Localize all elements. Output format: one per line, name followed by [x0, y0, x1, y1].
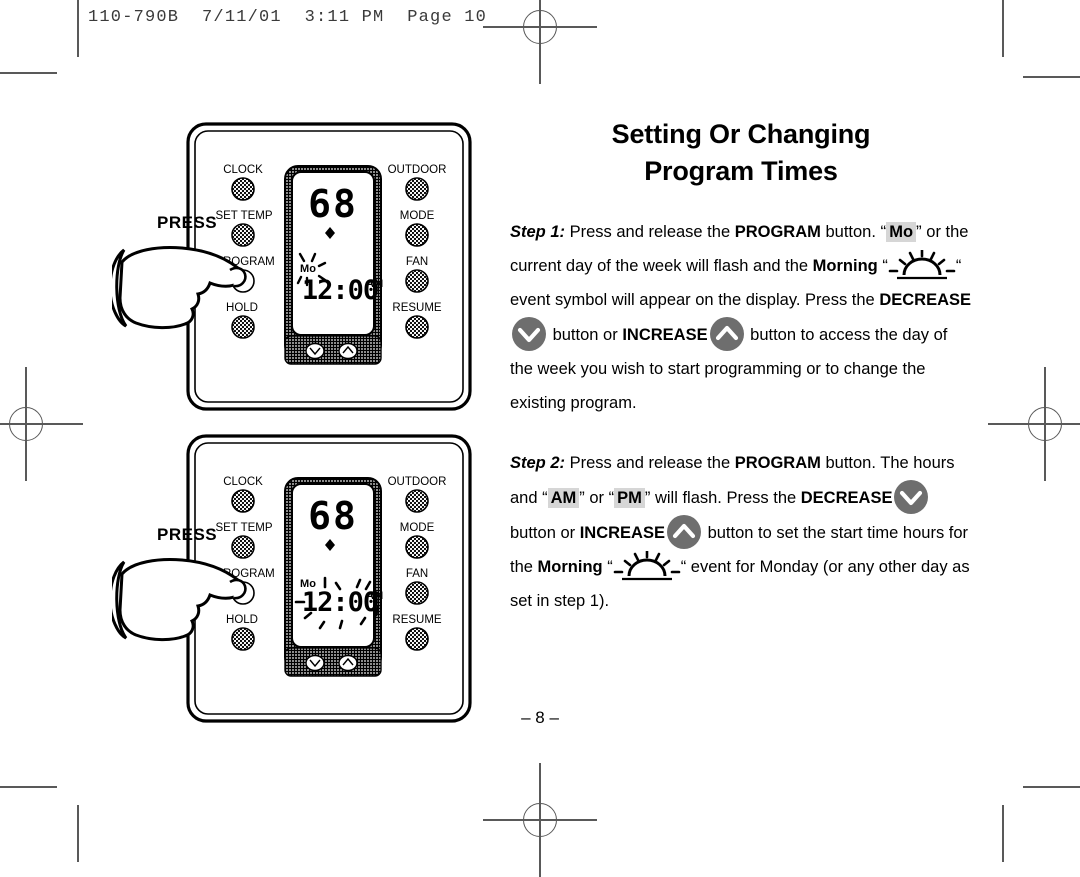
svg-text:RESUME: RESUME: [392, 614, 442, 626]
crop-mark-bottom-right-horizontal: [1023, 786, 1080, 788]
crop-mark-bottom-right-vertical: [1002, 805, 1004, 862]
svg-text:CLOCK: CLOCK: [223, 164, 263, 176]
svg-text:PRESS: PRESS: [157, 525, 217, 544]
svg-text:68: 68: [308, 494, 358, 538]
step-2-paragraph: Step 2: Press and release the PROGRAM bu…: [510, 446, 972, 618]
step-1-highlight-mo: Mo: [886, 222, 917, 243]
crop-mark-top-right-horizontal: [1023, 76, 1080, 78]
step-1-decrease-bold: DECREASE: [879, 291, 971, 310]
step-2-program-bold: PROGRAM: [734, 454, 821, 473]
svg-text:SET TEMP: SET TEMP: [215, 522, 272, 534]
page-title-line-2: Program Times: [644, 155, 838, 186]
step-2-text-d: ” or “: [579, 489, 615, 508]
svg-text:HOLD: HOLD: [226, 302, 258, 314]
step-1-text-a: Press and release the: [569, 223, 735, 242]
step-2-morning-bold: Morning: [537, 558, 603, 577]
thermostat-illustration-step-2: 68 Mo 12:00 AM: [112, 432, 482, 732]
page-title: Setting Or Changing Program Times: [510, 116, 972, 189]
svg-text:FAN: FAN: [406, 568, 428, 580]
step-2-text-f: button or: [510, 524, 580, 543]
print-slug-line: 110-790B 7/11/01 3:11 PM Page 10: [88, 8, 488, 27]
step-1-text-f: button or: [548, 326, 623, 345]
registration-mark-top: [483, 0, 597, 84]
step-2-decrease-bold: DECREASE: [800, 489, 893, 508]
svg-text:68: 68: [308, 182, 358, 226]
svg-text:MODE: MODE: [400, 522, 435, 534]
increase-button-icon[interactable]: [709, 317, 744, 352]
svg-text:CLOCK: CLOCK: [223, 476, 263, 488]
page-title-line-1: Setting Or Changing: [611, 119, 871, 149]
thermostat-illustration-step-1: 68 Mo 12:00 AM CLOCK SET TEMP PROGRAM HO…: [112, 120, 482, 420]
step-1-label: Step 1:: [510, 223, 566, 242]
step-2-text-h: “: [602, 558, 613, 577]
morning-sun-icon: [613, 551, 681, 581]
svg-text:HOLD: HOLD: [226, 614, 258, 626]
page-number: – 8 –: [521, 708, 559, 727]
svg-text:OUTDOOR: OUTDOOR: [388, 476, 447, 488]
registration-mark-left: [0, 367, 83, 481]
svg-text:RESUME: RESUME: [392, 302, 442, 314]
crop-mark-top-left-vertical: [77, 0, 79, 57]
page-canvas: 110-790B 7/11/01 3:11 PM Page 10 68 Mo 1…: [0, 0, 1080, 877]
svg-text:Mo: Mo: [300, 263, 316, 275]
svg-text:AM: AM: [366, 278, 383, 290]
step-2-increase-bold: INCREASE: [579, 524, 665, 543]
crop-mark-bottom-left-horizontal: [0, 786, 57, 788]
svg-text:OUTDOOR: OUTDOOR: [388, 164, 447, 176]
instructions-column: Setting Or Changing Program Times Step 1…: [510, 116, 972, 634]
svg-text:MODE: MODE: [400, 210, 435, 222]
morning-sun-icon: [888, 250, 956, 280]
step-2-text-b: button.: [820, 454, 876, 473]
step-1-text-d: “: [877, 257, 888, 276]
registration-mark-right: [988, 367, 1080, 481]
decrease-button-icon[interactable]: [894, 480, 929, 515]
step-2-highlight-pm: PM: [614, 488, 645, 509]
step-1-paragraph: Step 1: Press and release the PROGRAM bu…: [510, 215, 972, 420]
increase-button-icon[interactable]: [666, 515, 701, 550]
step-2-highlight-am: AM: [547, 488, 580, 509]
step-2-text-a: Press and release the: [569, 454, 735, 473]
step-1-text-b: button.: [820, 223, 876, 242]
crop-mark-top-left-horizontal: [0, 72, 57, 74]
step-1-program-bold: PROGRAM: [734, 223, 821, 242]
svg-text:SET TEMP: SET TEMP: [215, 210, 272, 222]
step-1-morning-bold: Morning: [812, 257, 878, 276]
svg-text:FAN: FAN: [406, 256, 428, 268]
svg-text:PRESS: PRESS: [157, 213, 217, 232]
decrease-button-icon[interactable]: [512, 317, 546, 352]
step-2-text-e: ” will flash. Press the: [644, 489, 801, 508]
step-2-label: Step 2:: [510, 454, 566, 473]
step-1-increase-bold: INCREASE: [622, 326, 708, 345]
registration-mark-bottom: [483, 763, 597, 877]
crop-mark-bottom-left-vertical: [77, 805, 79, 862]
crop-mark-top-right-vertical: [1002, 0, 1004, 57]
